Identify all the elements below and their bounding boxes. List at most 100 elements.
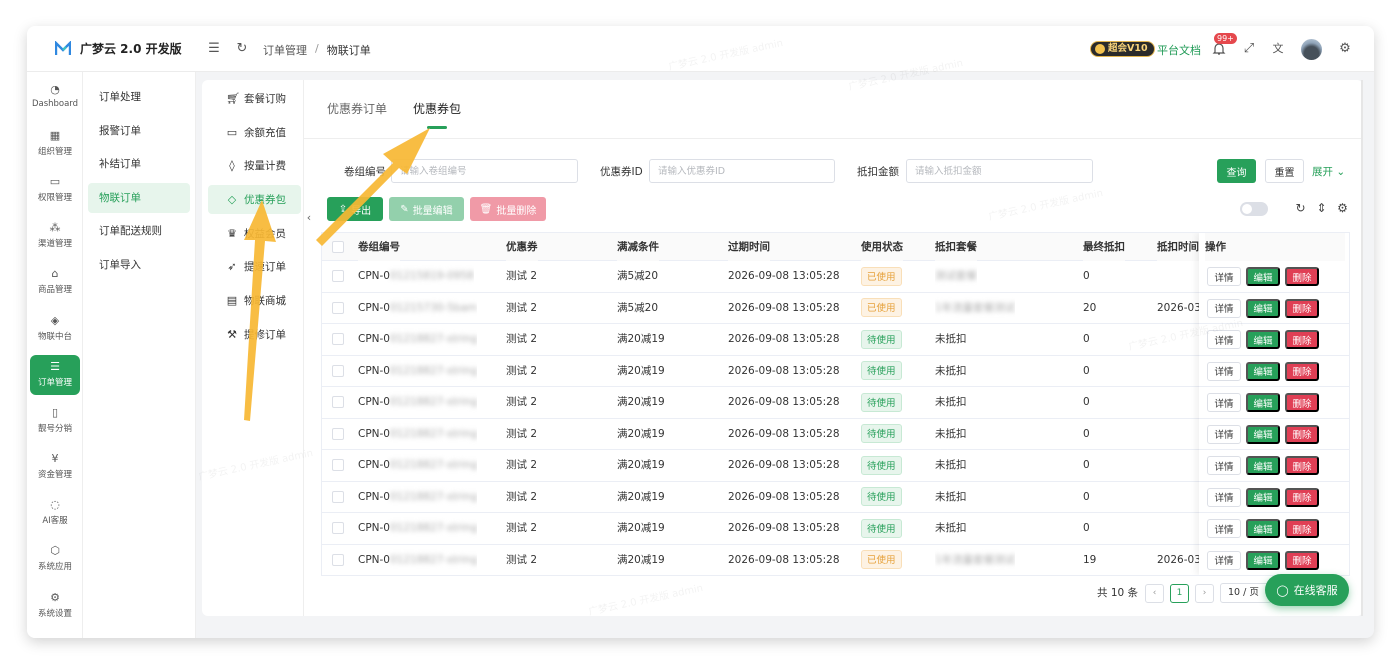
sidebar-item-iot[interactable]: ◈ 物联中台 xyxy=(30,309,80,349)
submenu-item[interactable]: 补结订单 xyxy=(88,149,190,179)
delete-button[interactable]: 删除 xyxy=(1285,298,1319,318)
third-item[interactable]: 🛒︎ 套餐订购 xyxy=(208,84,301,113)
row-checkbox[interactable] xyxy=(332,490,344,503)
third-item[interactable]: ⚒ 提修订单 xyxy=(208,320,301,349)
delete-button[interactable]: 删除 xyxy=(1285,424,1319,444)
cell-group-no: CPN-001215819-0958 xyxy=(358,261,474,292)
edit-button[interactable]: 编辑 xyxy=(1246,456,1280,475)
row-checkbox[interactable] xyxy=(332,396,344,408)
delete-button[interactable]: 删除 xyxy=(1285,393,1319,412)
row-checkbox[interactable] xyxy=(332,270,344,282)
edit-button[interactable]: 编辑 xyxy=(1246,519,1280,538)
page-size-select[interactable]: 10 / 页 xyxy=(1220,583,1272,603)
delete-button[interactable]: 删除 xyxy=(1285,330,1319,349)
batch-edit-button[interactable]: ✎ 批量编辑 xyxy=(389,197,464,221)
status-badge: 待使用 xyxy=(861,518,902,538)
table-refresh-icon[interactable]: ↻ xyxy=(1294,202,1307,215)
third-item-active[interactable]: ◇ 优惠券包 xyxy=(208,185,301,214)
scrollbar[interactable] xyxy=(1361,80,1363,616)
view-toggle-switch[interactable] xyxy=(1240,202,1268,216)
sidebar-item-goods[interactable]: ⌂ 商品管理 xyxy=(30,262,80,302)
breadcrumb-item[interactable]: 订单管理 xyxy=(263,42,307,58)
detail-button[interactable]: 详情 xyxy=(1207,519,1241,538)
edit-button[interactable]: 编辑 xyxy=(1246,393,1280,412)
submenu-item[interactable]: 订单处理 xyxy=(88,82,190,112)
detail-button[interactable]: 详情 xyxy=(1207,267,1241,286)
tab-coupon-pack[interactable]: 优惠券包 xyxy=(413,100,461,129)
batch-delete-button[interactable]: 🗑︎ 批量删除 xyxy=(470,197,546,221)
coupon-id-input[interactable] xyxy=(649,159,835,183)
prev-page-button[interactable]: ‹ xyxy=(1145,584,1164,603)
translate-icon[interactable]: 文 xyxy=(1271,42,1285,56)
laptop-icon: ▭ xyxy=(49,175,61,188)
row-checkbox[interactable] xyxy=(332,522,344,534)
table-settings-icon[interactable]: ⚙ xyxy=(1336,202,1349,215)
next-page-button[interactable]: › xyxy=(1195,584,1214,603)
detail-button[interactable]: 详情 xyxy=(1207,456,1241,475)
row-checkbox[interactable] xyxy=(332,333,344,345)
sidebar-item-channel[interactable]: ⁂ 渠道管理 xyxy=(30,216,80,256)
delete-button[interactable]: 删除 xyxy=(1285,550,1319,570)
detail-button[interactable]: 详情 xyxy=(1207,550,1241,570)
sidebar-item-apps[interactable]: ⬡ 系统应用 xyxy=(30,539,80,579)
edit-button[interactable]: 编辑 xyxy=(1246,487,1280,507)
edit-button[interactable]: 编辑 xyxy=(1246,267,1280,286)
page-number[interactable]: 1 xyxy=(1170,584,1189,603)
edit-button[interactable]: 编辑 xyxy=(1246,361,1280,381)
select-all-checkbox[interactable] xyxy=(332,241,344,253)
avatar[interactable] xyxy=(1301,39,1322,60)
row-checkbox[interactable] xyxy=(332,364,344,377)
column-height-icon[interactable]: ⇕ xyxy=(1315,202,1328,215)
edit-button[interactable]: 编辑 xyxy=(1246,424,1280,444)
group-no-input[interactable] xyxy=(391,159,578,183)
edit-button[interactable]: 编辑 xyxy=(1246,298,1280,318)
detail-button[interactable]: 详情 xyxy=(1207,393,1241,412)
detail-button[interactable]: 详情 xyxy=(1207,424,1241,444)
menu-fold-icon[interactable]: ☰ xyxy=(207,42,221,56)
row-checkbox[interactable] xyxy=(332,459,344,471)
row-checkbox[interactable] xyxy=(332,301,344,314)
expand-toggle[interactable]: 展开 ⌄ xyxy=(1312,164,1345,179)
row-checkbox[interactable] xyxy=(332,427,344,440)
fullscreen-icon[interactable]: ⤢ xyxy=(1242,42,1256,56)
notification-bell[interactable]: 99+ xyxy=(1212,33,1237,56)
sidebar-item-org[interactable]: ▦ 组织管理 xyxy=(30,124,80,164)
search-button[interactable]: 查询 xyxy=(1217,159,1256,183)
vip-badge[interactable]: 超会V10 xyxy=(1090,41,1155,57)
row-checkbox[interactable] xyxy=(332,553,344,566)
sidebar-item-orders[interactable]: ☰ 订单管理 xyxy=(30,355,80,395)
refresh-icon[interactable]: ↻ xyxy=(235,42,249,56)
detail-button[interactable]: 详情 xyxy=(1207,361,1241,381)
sidebar-item-settings[interactable]: ⚙ 系统设置 xyxy=(30,586,80,626)
sidebar-item-number[interactable]: ▯ 靓号分销 xyxy=(30,401,80,441)
platform-docs-link[interactable]: 平台文档 xyxy=(1157,42,1201,58)
detail-button[interactable]: 详情 xyxy=(1207,487,1241,507)
third-item[interactable]: ▤ 物联商城 xyxy=(208,286,301,315)
delete-button[interactable]: 删除 xyxy=(1285,519,1319,538)
delete-button[interactable]: 删除 xyxy=(1285,267,1319,286)
export-button[interactable]: ⇪ 导出 xyxy=(327,197,383,221)
third-item[interactable]: ▭ 余额充值 xyxy=(208,118,301,147)
amount-input[interactable] xyxy=(906,159,1093,183)
edit-button[interactable]: 编辑 xyxy=(1246,330,1280,349)
delete-button[interactable]: 删除 xyxy=(1285,487,1319,507)
third-item[interactable]: ➶ 提速订单 xyxy=(208,252,301,281)
submenu-item[interactable]: 订单导入 xyxy=(88,250,190,280)
online-service-button[interactable]: ◯ 在线客服 xyxy=(1265,574,1349,606)
third-item[interactable]: ♛ 权益会员 xyxy=(208,219,301,248)
submenu-item[interactable]: 报警订单 xyxy=(88,116,190,146)
submenu-item[interactable]: 订单配送规则 xyxy=(88,216,190,246)
submenu-item-active[interactable]: 物联订单 xyxy=(88,183,190,213)
reset-button[interactable]: 重置 xyxy=(1265,159,1304,183)
sidebar-item-ai[interactable]: ◌ AI客服 xyxy=(30,493,80,533)
sidebar-item-permission[interactable]: ▭ 权限管理 xyxy=(30,170,80,210)
collapse-chevron-icon[interactable]: ‹ xyxy=(304,208,314,228)
delete-button[interactable]: 删除 xyxy=(1285,456,1319,475)
third-item[interactable]: ◊ 按量计费 xyxy=(208,151,301,180)
delete-button[interactable]: 删除 xyxy=(1285,361,1319,381)
edit-button[interactable]: 编辑 xyxy=(1246,550,1280,570)
sidebar-item-dashboard[interactable]: ◔ Dashboard xyxy=(30,78,80,118)
tab-coupon-orders[interactable]: 优惠券订单 xyxy=(327,100,387,129)
sidebar-item-funds[interactable]: ¥ 资金管理 xyxy=(30,447,80,487)
settings-gear-icon[interactable]: ⚙ xyxy=(1338,42,1352,56)
